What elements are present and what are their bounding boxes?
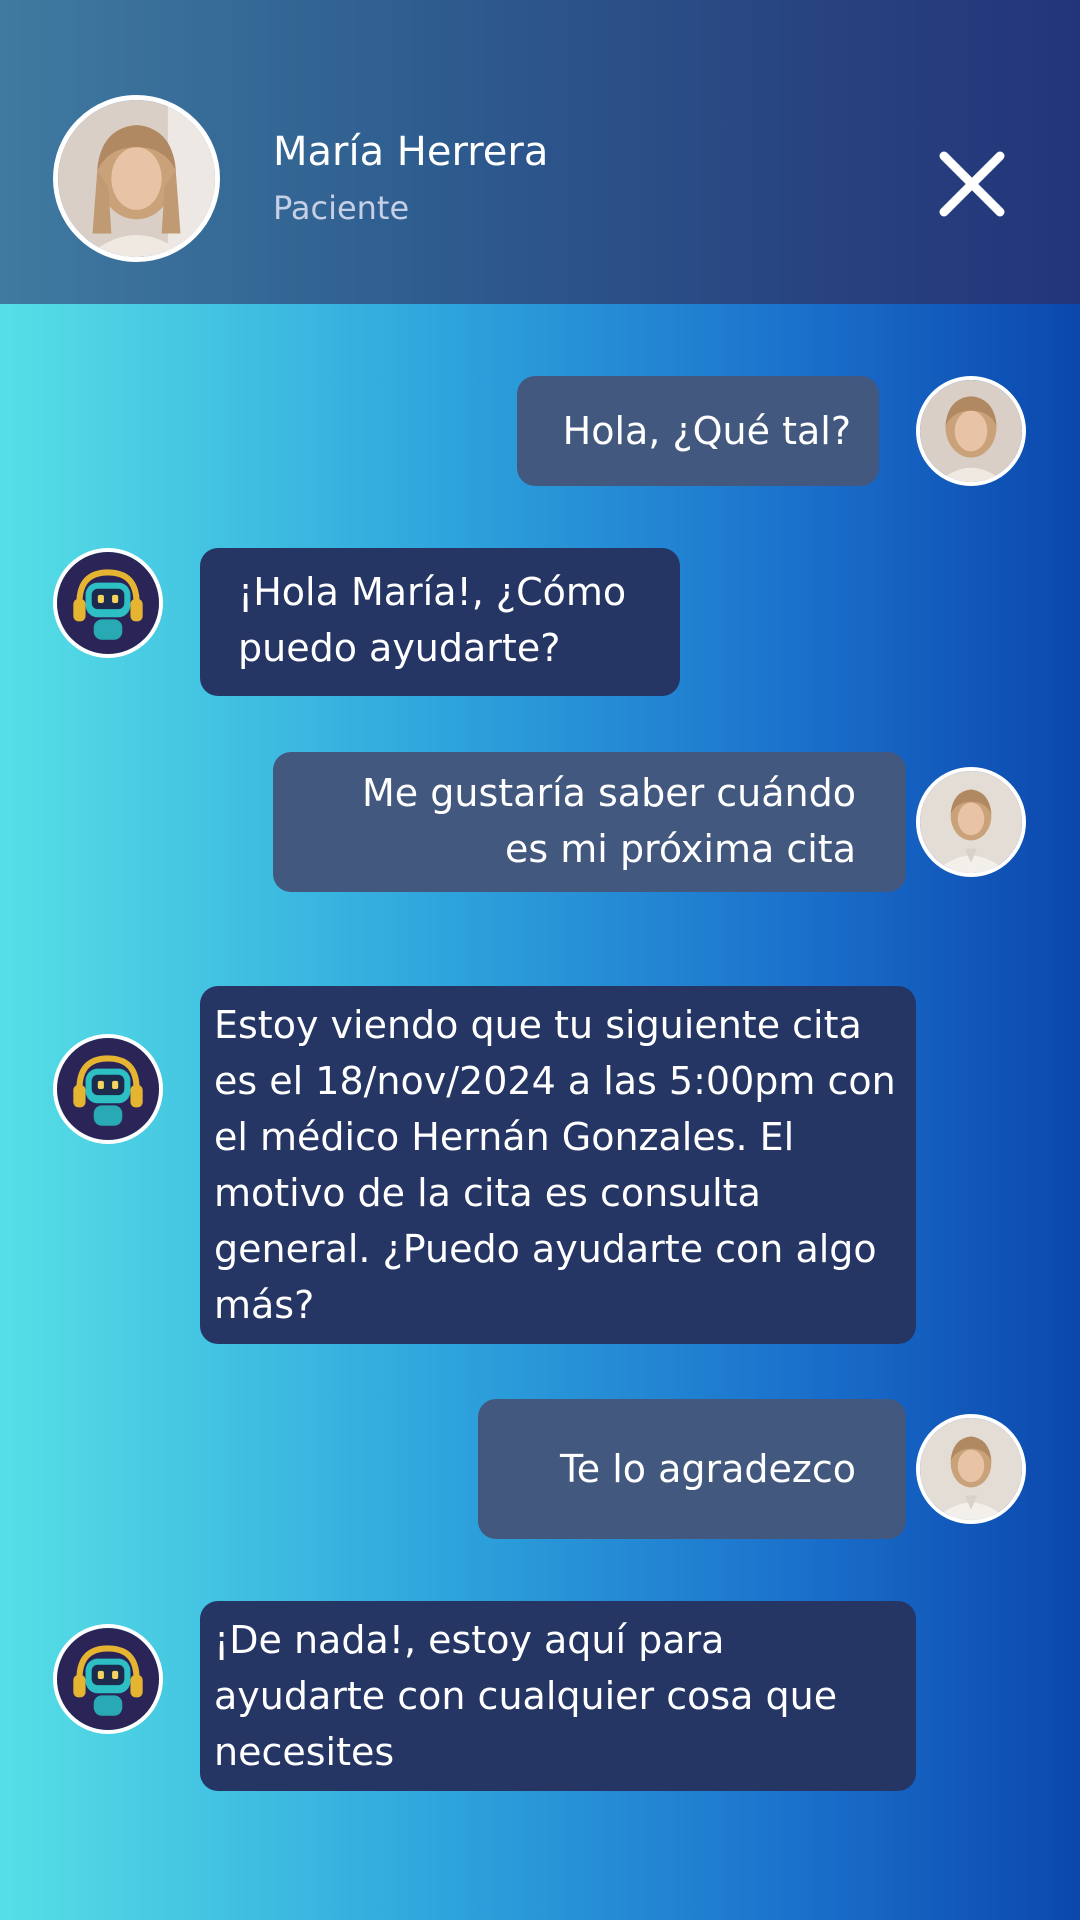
message-bubble-user: Hola, ¿Qué tal?: [517, 376, 879, 486]
chat-screen: María Herrera Paciente Hola, ¿Qué tal? ¡…: [0, 0, 1080, 1920]
user-avatar-photo: [920, 1418, 1022, 1520]
bot-avatar: [53, 548, 163, 658]
robot-assistant-icon: [57, 1038, 159, 1140]
user-avatar-photo: [920, 771, 1022, 873]
message-text: ¡Hola María!, ¿Cómo puedo ayudarte?: [238, 570, 627, 670]
message-text: Me gustaría saber cuándo es mi próxima c…: [362, 771, 856, 871]
close-button[interactable]: [932, 144, 1012, 224]
bot-avatar: [53, 1034, 163, 1144]
user-avatar-photo: [920, 380, 1022, 482]
contact-role: Paciente: [273, 189, 410, 227]
contact-avatar: [53, 95, 220, 262]
message-text: Estoy viendo que tu siguiente cita es el…: [214, 1003, 896, 1327]
robot-assistant-icon: [57, 552, 159, 654]
robot-assistant-icon: [57, 1628, 159, 1730]
chat-header: María Herrera Paciente: [0, 0, 1080, 304]
user-avatar: [916, 376, 1026, 486]
bot-avatar: [53, 1624, 163, 1734]
message-text: Hola, ¿Qué tal?: [562, 409, 851, 453]
message-text: Te lo agradezco: [559, 1447, 856, 1491]
user-avatar: [916, 767, 1026, 877]
message-bubble-bot: ¡De nada!, estoy aquí para ayudarte con …: [200, 1601, 916, 1791]
message-bubble-user: Te lo agradezco: [478, 1399, 906, 1539]
woman-portrait-icon: [58, 100, 215, 257]
close-icon: [939, 151, 1005, 217]
message-bubble-user: Me gustaría saber cuándo es mi próxima c…: [273, 752, 906, 892]
message-bubble-bot: ¡Hola María!, ¿Cómo puedo ayudarte?: [200, 548, 680, 696]
message-bubble-bot: Estoy viendo que tu siguiente cita es el…: [200, 986, 916, 1344]
message-text: ¡De nada!, estoy aquí para ayudarte con …: [214, 1618, 838, 1774]
contact-name: María Herrera: [273, 129, 549, 175]
user-avatar: [916, 1414, 1026, 1524]
